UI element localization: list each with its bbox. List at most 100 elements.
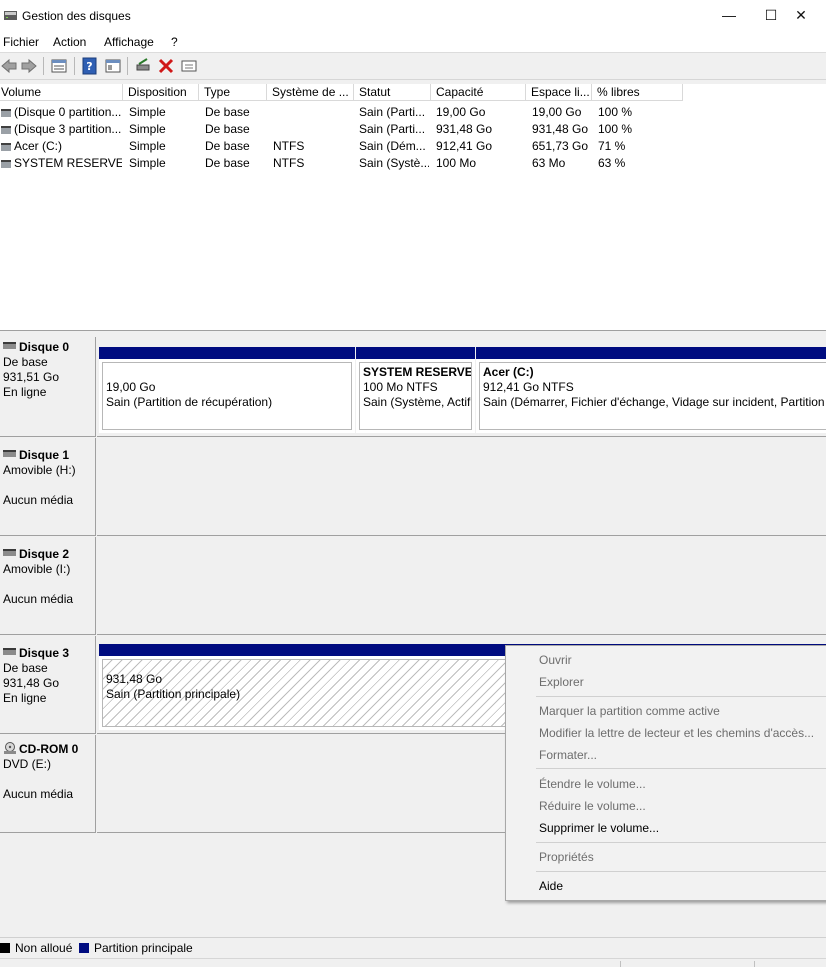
cell-capacity: 931,48 Go — [436, 122, 493, 136]
column-header-free-space[interactable]: Espace li... — [526, 84, 592, 101]
list-view-icon[interactable] — [50, 57, 68, 75]
cell-free-space: 651,73 Go — [532, 139, 589, 153]
column-header-capacity[interactable]: Capacité — [431, 84, 526, 101]
legend: Non alloué Partition principale — [0, 937, 826, 958]
cell-percent-free: 100 % — [598, 122, 633, 136]
disk-0-label[interactable]: Disque 0 De base 931,51 Go En ligne — [0, 337, 96, 437]
back-arrow-icon[interactable] — [0, 57, 18, 75]
disk-management-app-icon — [4, 11, 17, 20]
svg-text:?: ? — [86, 60, 92, 73]
partition-acer-c[interactable]: Acer (C:) 912,41 Go NTFS Sain (Démarrer,… — [476, 347, 826, 433]
menu-item-delete-volume[interactable]: Supprimer le volume... — [539, 820, 659, 836]
menu-item-extend-volume[interactable]: Étendre le volume... — [539, 776, 646, 792]
check-icon[interactable] — [180, 57, 198, 75]
menu-item-open[interactable]: Ouvrir — [539, 652, 572, 668]
connect-disk-icon[interactable] — [134, 57, 152, 75]
disk-3-label[interactable]: Disque 3 De base 931,48 Go En ligne — [0, 636, 96, 734]
disk-type: De base — [3, 355, 48, 369]
partition-system-reserved[interactable]: SYSTEM RESERVED 100 Mo NTFS Sain (Systèm… — [356, 347, 475, 433]
partition-size: 19,00 Go — [106, 380, 156, 394]
menu-affichage[interactable]: Affichage — [104, 35, 154, 49]
help-icon[interactable]: ? — [81, 57, 99, 75]
column-header-type[interactable]: Type — [199, 84, 267, 101]
partition-info: 19,00 Go Sain (Partition de récupération… — [102, 362, 352, 430]
disk-name: Disque 0 — [19, 340, 70, 354]
cell-volume: (Disque 0 partition... — [14, 105, 122, 119]
cell-disposition: Simple — [129, 139, 166, 153]
column-header-filesystem[interactable]: Système de ... — [267, 84, 354, 101]
disk-1-label[interactable]: Disque 1 Amovible (H:) Aucun média — [0, 438, 96, 536]
column-header-disposition[interactable]: Disposition — [123, 84, 199, 101]
menu-separator — [536, 696, 826, 697]
disk-size: 931,51 Go — [3, 370, 60, 384]
disk-2-label[interactable]: Disque 2 Amovible (I:) Aucun média — [0, 537, 96, 635]
menu-fichier[interactable]: Fichier — [3, 35, 39, 49]
menu-item-mark-active[interactable]: Marquer la partition comme active — [539, 703, 720, 719]
cell-status: Sain (Dém... — [359, 139, 426, 153]
hard-disk-icon — [3, 648, 16, 655]
toolbar-separator — [43, 57, 44, 75]
primary-partition-bar — [476, 347, 826, 359]
table-row[interactable]: Acer (C:) Simple De base NTFS Sain (Dém... 91… — [0, 138, 826, 155]
disk-1-area — [97, 438, 826, 536]
disk-state: Aucun média — [3, 493, 74, 507]
menu-help[interactable]: ? — [171, 35, 178, 49]
properties-icon[interactable] — [104, 57, 122, 75]
removable-disk-icon — [3, 549, 16, 556]
partition-recovery[interactable]: 19,00 Go Sain (Partition de récupération… — [99, 347, 355, 433]
cell-disposition: Simple — [129, 105, 166, 119]
menu-item-explore[interactable]: Explorer — [539, 674, 584, 690]
cell-volume: SYSTEM RESERVED — [14, 156, 122, 170]
title-bar: Gestion des disques — ☐ ✕ — [0, 0, 826, 32]
toolbar: ? — [0, 53, 826, 80]
partition-title: Acer (C:) — [483, 365, 534, 379]
table-row[interactable]: SYSTEM RESERVED Simple De base NTFS Sain (Sy… — [0, 155, 826, 172]
volume-list[interactable]: Volume Disposition Type Système de ... S… — [0, 84, 826, 330]
status-separator — [754, 961, 755, 967]
disk-type: Amovible (H:) — [3, 463, 76, 477]
primary-partition-bar — [356, 347, 475, 359]
partition-title: SYSTEM RESERVED — [363, 365, 472, 379]
column-header-percent-free[interactable]: % libres — [592, 84, 683, 101]
cell-type: De base — [205, 156, 250, 170]
cell-filesystem — [273, 104, 353, 121]
disk-size: 931,48 Go — [3, 676, 60, 690]
disk-type: Amovible (I:) — [3, 562, 71, 576]
volume-icon — [1, 143, 11, 151]
partition-status: Sain (Système, Actif — [363, 395, 471, 409]
menu-item-help[interactable]: Aide — [539, 878, 563, 894]
delete-icon[interactable] — [157, 57, 175, 75]
column-header-status[interactable]: Statut — [354, 84, 431, 101]
menu-action[interactable]: Action — [53, 35, 86, 49]
menu-item-shrink-volume[interactable]: Réduire le volume... — [539, 798, 646, 814]
column-header-volume[interactable]: Volume — [0, 84, 123, 101]
cd-rom-icon — [4, 742, 16, 754]
menu-item-change-drive-letter[interactable]: Modifier la lettre de lecteur et les che… — [539, 725, 814, 741]
disk-state: Aucun média — [3, 592, 74, 606]
window-title: Gestion des disques — [22, 9, 131, 23]
volume-icon — [1, 160, 11, 168]
primary-partition-swatch — [79, 943, 89, 953]
cell-volume: Acer (C:) — [14, 139, 62, 153]
cell-filesystem — [273, 121, 353, 138]
cell-percent-free: 71 % — [598, 139, 626, 153]
forward-arrow-icon[interactable] — [20, 57, 38, 75]
disk-name: Disque 1 — [19, 448, 70, 462]
disk-name: Disque 2 — [19, 547, 70, 561]
menu-separator — [536, 842, 826, 843]
menu-item-properties[interactable]: Propriétés — [539, 849, 594, 865]
cell-percent-free: 63 % — [598, 156, 626, 170]
menu-bar: Fichier Action Affichage ? — [0, 32, 826, 53]
cdrom-0-label[interactable]: CD-ROM 0 DVD (E:) Aucun média — [0, 735, 96, 833]
cell-free-space: 63 Mo — [532, 156, 566, 170]
cell-capacity: 100 Mo — [436, 156, 477, 170]
table-row[interactable]: (Disque 3 partition... Simple De base Sain … — [0, 121, 826, 138]
table-row[interactable]: (Disque 0 partition... Simple De base Sain … — [0, 104, 826, 121]
menu-item-format[interactable]: Formater... — [539, 747, 597, 763]
close-button[interactable]: ✕ — [778, 0, 824, 32]
partition-info: Acer (C:) 912,41 Go NTFS Sain (Démarrer,… — [479, 362, 826, 430]
cell-disposition: Simple — [129, 156, 166, 170]
toolbar-separator — [74, 57, 75, 75]
minimize-button[interactable]: — — [706, 0, 752, 32]
disk-state: En ligne — [3, 385, 47, 399]
